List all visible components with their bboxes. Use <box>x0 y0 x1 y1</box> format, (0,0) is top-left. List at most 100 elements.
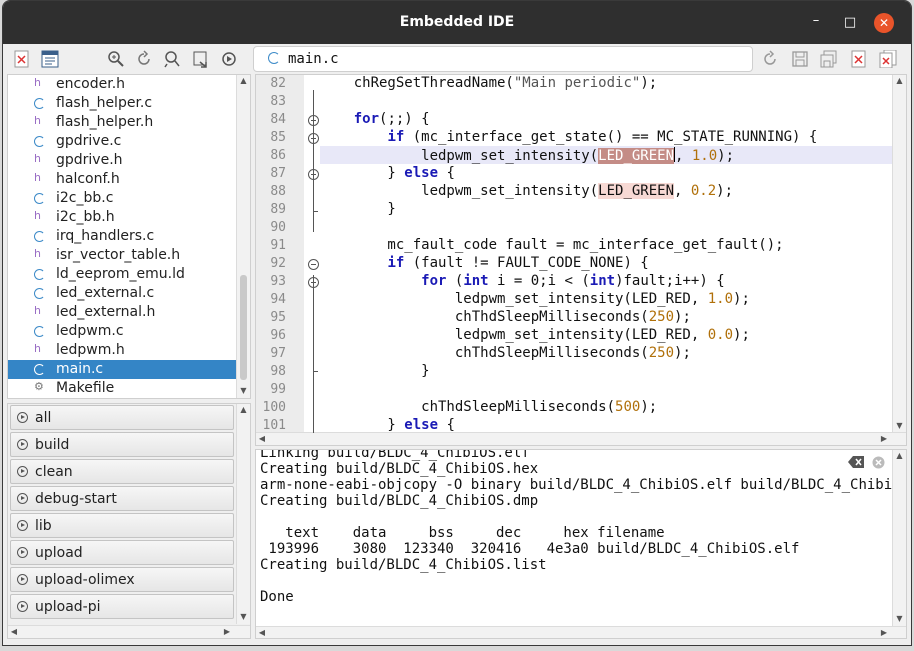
maximize-button[interactable]: □ <box>841 14 859 32</box>
target-label: build <box>35 437 70 453</box>
scroll-right-icon[interactable]: ▶ <box>878 433 890 445</box>
code-line[interactable]: chThdSleepMilliseconds(250); <box>320 309 691 325</box>
file-name: halconf.h <box>56 171 120 187</box>
code-line[interactable]: for(;;) { <box>320 111 430 127</box>
file-item[interactable]: i2c_bb.c <box>8 189 236 208</box>
clear-output-icon[interactable] <box>848 456 864 468</box>
project-settings-icon[interactable] <box>39 48 61 70</box>
scroll-left-icon[interactable]: ◀ <box>8 626 20 638</box>
find-files-icon[interactable] <box>161 48 183 70</box>
file-item[interactable]: main.c <box>8 360 236 379</box>
line-number: 95 <box>270 310 286 325</box>
line-number: 86 <box>270 148 286 163</box>
code-line[interactable]: if (fault != FAULT_CODE_NONE) { <box>320 255 648 271</box>
file-list-scrollbar[interactable]: ▲ ▼ <box>236 75 250 398</box>
code-line[interactable]: chRegSetThreadName("Main periodic"); <box>320 75 657 91</box>
targets-hscrollbar[interactable]: ◀ ▶ <box>8 625 250 638</box>
close-all-icon[interactable] <box>878 48 900 70</box>
file-name: isr_vector_table.h <box>56 247 181 263</box>
editor-hscrollbar[interactable]: ◀ ▶ <box>256 432 906 445</box>
file-item[interactable]: ledpwm.c <box>8 322 236 341</box>
code-line[interactable]: chThdSleepMilliseconds(500); <box>320 399 657 415</box>
code-editor[interactable]: ▲ ▼ ◀ ▶ 82 chRegSetThreadName("Main peri… <box>255 74 907 446</box>
file-item[interactable]: h gpdrive.h <box>8 151 236 170</box>
stop-icon[interactable] <box>872 456 886 469</box>
file-item[interactable]: irq_handlers.c <box>8 227 236 246</box>
output-line: Creating build/BLDC_4_ChibiOS.hex <box>260 461 539 477</box>
target-button-debug-start[interactable]: debug-start <box>10 486 234 511</box>
fold-toggle-icon[interactable] <box>308 259 319 270</box>
file-item[interactable]: flash_helper.c <box>8 94 236 113</box>
target-button-upload-pi[interactable]: upload-pi <box>10 594 234 619</box>
code-line[interactable]: ledpwm_set_intensity(LED_GREEN, 1.0); <box>320 147 734 164</box>
header-file-icon: h <box>34 304 41 317</box>
code-line[interactable]: } else { <box>320 417 454 433</box>
target-button-all[interactable]: all <box>10 405 234 430</box>
scroll-up-icon[interactable]: ▲ <box>893 450 906 462</box>
target-label: all <box>35 410 52 426</box>
export-icon[interactable] <box>190 48 212 70</box>
code-line[interactable]: ledpwm_set_intensity(LED_RED, 1.0); <box>320 291 750 307</box>
c-file-icon <box>34 136 45 147</box>
code-line[interactable]: for (int i = 0;i < (int)fault;i++) { <box>320 273 724 289</box>
scroll-thumb[interactable] <box>240 275 247 380</box>
target-button-build[interactable]: build <box>10 432 234 457</box>
file-item[interactable]: h led_external.h <box>8 303 236 322</box>
scroll-up-icon[interactable]: ▲ <box>893 75 906 87</box>
code-line[interactable]: } <box>320 201 395 217</box>
editor-tab[interactable]: main.c <box>253 46 753 72</box>
targets-scrollbar[interactable]: ▲ ▼ <box>236 404 250 624</box>
scroll-up-icon[interactable]: ▲ <box>237 404 250 416</box>
output-hscrollbar[interactable]: ◀ ▶ <box>256 626 906 638</box>
c-file-icon <box>34 269 45 280</box>
target-icon[interactable] <box>219 48 241 70</box>
save-icon[interactable] <box>789 48 811 70</box>
code-line[interactable]: mc_fault_code fault = mc_interface_get_f… <box>320 237 783 253</box>
file-item[interactable]: h isr_vector_table.h <box>8 246 236 265</box>
file-item[interactable]: h encoder.h <box>8 75 236 94</box>
scroll-left-icon[interactable]: ◀ <box>256 627 268 638</box>
file-item[interactable]: led_external.c <box>8 284 236 303</box>
code-line[interactable]: if (mc_interface_get_state() == MC_STATE… <box>320 129 817 145</box>
file-item[interactable]: ⚙ Makefile <box>8 379 236 398</box>
scroll-right-icon[interactable]: ▶ <box>878 627 890 638</box>
target-button-upload[interactable]: upload <box>10 540 234 565</box>
build-output[interactable]: Done Creating build/BLDC_4_ChibiOS.list 1… <box>255 449 907 639</box>
scroll-down-icon[interactable]: ▼ <box>893 613 906 625</box>
output-line: Creating build/BLDC_4_ChibiOS.list <box>260 557 547 573</box>
target-button-clean[interactable]: clean <box>10 459 234 484</box>
scroll-up-icon[interactable]: ▲ <box>237 75 250 87</box>
scroll-right-icon[interactable]: ▶ <box>221 626 233 638</box>
editor-scrollbar[interactable]: ▲ ▼ <box>892 75 906 433</box>
file-item[interactable]: h ledpwm.h <box>8 341 236 360</box>
output-scrollbar[interactable]: ▲ ▼ <box>892 450 906 626</box>
file-name: Makefile <box>56 380 115 396</box>
file-item[interactable]: h flash_helper.h <box>8 113 236 132</box>
scroll-down-icon[interactable]: ▼ <box>237 385 250 397</box>
file-name: led_external.h <box>56 304 156 320</box>
reload-file-icon[interactable] <box>759 48 781 70</box>
file-item[interactable]: gpdrive.c <box>8 132 236 151</box>
code-line[interactable]: } else { <box>320 165 454 181</box>
file-item[interactable]: ld_eeprom_emu.ld <box>8 265 236 284</box>
find-icon[interactable] <box>105 48 127 70</box>
code-line[interactable]: ledpwm_set_intensity(LED_GREEN, 0.2); <box>320 183 733 199</box>
code-line[interactable]: } <box>320 363 429 379</box>
scroll-left-icon[interactable]: ◀ <box>256 433 268 445</box>
scroll-down-icon[interactable]: ▼ <box>237 611 250 623</box>
file-item[interactable]: h halconf.h <box>8 170 236 189</box>
minimize-button[interactable]: – <box>807 12 825 30</box>
close-window-button[interactable]: ✕ <box>874 13 894 33</box>
file-item[interactable]: h i2c_bb.h <box>8 208 236 227</box>
close-file-icon[interactable] <box>848 48 870 70</box>
code-line[interactable]: chThdSleepMilliseconds(250); <box>320 345 691 361</box>
close-project-icon[interactable] <box>11 48 33 70</box>
target-label: upload-olimex <box>35 572 135 588</box>
target-button-upload-olimex[interactable]: upload-olimex <box>10 567 234 592</box>
code-line[interactable]: ledpwm_set_intensity(LED_RED, 0.0); <box>320 327 750 343</box>
save-all-icon[interactable] <box>818 48 840 70</box>
line-number: 84 <box>270 112 286 127</box>
scroll-down-icon[interactable]: ▼ <box>893 420 906 432</box>
target-button-lib[interactable]: lib <box>10 513 234 538</box>
reload-icon[interactable] <box>133 48 155 70</box>
